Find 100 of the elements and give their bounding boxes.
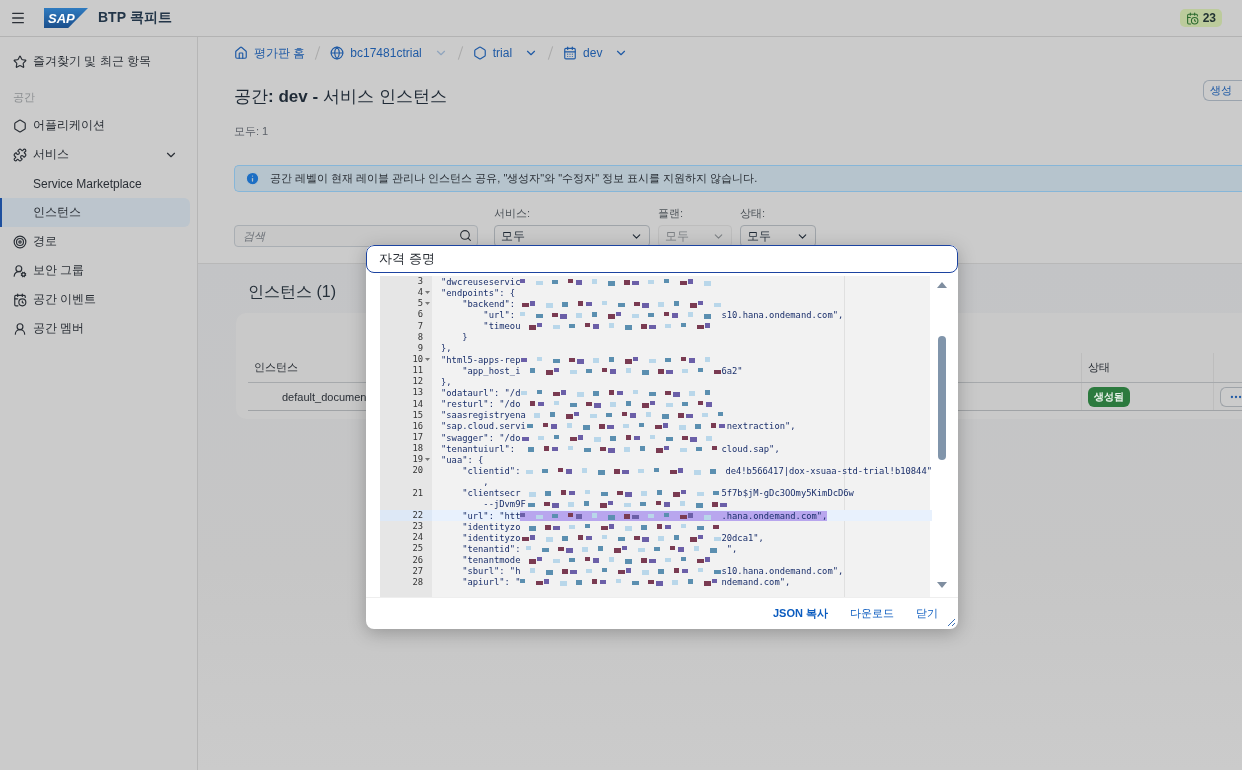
sidebar-item[interactable]: 경로: [0, 227, 190, 256]
filter-label: 서비스:: [494, 206, 532, 221]
search-icon: [459, 229, 472, 242]
calendar-clock-icon: [13, 292, 27, 307]
line-number: 16: [412, 420, 423, 432]
code-text: s10.hana.ondemand.com",: [721, 566, 844, 577]
code-text: "url": "htt: [461, 510, 521, 521]
line-number: 9: [417, 342, 423, 354]
line-number: 19: [412, 454, 423, 466]
breadcrumb-link[interactable]: trial: [472, 46, 539, 60]
line-number: 5: [417, 298, 423, 310]
code-text: "apiurl": ": [461, 577, 521, 588]
line-number: 28: [412, 576, 423, 588]
home-icon: [234, 46, 248, 60]
user-gear-icon: [13, 263, 27, 278]
line-number: 24: [412, 532, 423, 544]
code-text: "dwcreuseservic: [441, 276, 521, 287]
code-text: "uaa": {: [441, 454, 485, 465]
code-text: "endpoints": {: [441, 287, 517, 298]
code-editor[interactable]: [432, 276, 932, 597]
dialog-button[interactable]: 다운로드: [850, 604, 894, 623]
code-text: .hana.ondemand.com",: [721, 510, 828, 521]
code-text: 20dca1",: [721, 532, 764, 543]
menu-icon[interactable]: [10, 10, 26, 26]
dialog-button[interactable]: JSON 복사: [773, 604, 828, 623]
line-number: 4: [417, 287, 423, 299]
code-text: "timeou: [482, 321, 521, 332]
line-number: 10: [412, 354, 423, 366]
hexagon-icon: [472, 46, 487, 60]
breadcrumb-link[interactable]: dev: [563, 46, 629, 60]
favorites-item[interactable]: 즐겨찾기 및 최근 항목: [0, 47, 190, 76]
page-title: 공간: dev - 서비스 인스턴스: [234, 86, 447, 108]
filter-select[interactable]: 모두: [494, 225, 650, 247]
code-text: "url":: [482, 310, 517, 320]
code-text: ndemand.com",: [721, 577, 791, 588]
line-number: 14: [412, 398, 423, 410]
line-number: 27: [412, 565, 423, 577]
resize-grip-icon[interactable]: [947, 618, 955, 626]
sidebar-item[interactable]: 공간 이벤트: [0, 285, 190, 314]
calendar-clock-icon: [1185, 11, 1199, 25]
line-number: 25: [412, 543, 423, 555]
sidebar-item[interactable]: 서비스: [0, 140, 190, 169]
column-header: 상태: [1082, 353, 1214, 382]
code-text: "identityzo: [461, 532, 521, 543]
dialog-title: 자격 증명: [366, 245, 958, 273]
search-field[interactable]: 검색: [234, 225, 478, 247]
line-number: 18: [412, 443, 423, 455]
code-text: }: [461, 332, 469, 343]
code-text: "html5-apps-rep: [441, 354, 521, 365]
calendar-icon: [563, 46, 578, 60]
count-label: 모두: 1: [234, 124, 270, 139]
breadcrumb-link[interactable]: bc17481ctrial: [330, 46, 448, 60]
target-icon: [13, 234, 27, 249]
code-text: },: [441, 343, 453, 354]
globe-icon: [330, 46, 345, 60]
code-text: "backend":: [461, 298, 517, 309]
info-text: 공간 레벨이 현재 레이블 관리나 인스턴스 공유, "생성자"와 "수정자" 정보 표시를 지원하지 않습니다.: [270, 171, 758, 186]
line-number: 22: [412, 509, 423, 522]
code-text: "identityzo: [461, 521, 521, 532]
user-icon: [13, 321, 27, 336]
filter-select[interactable]: 모두: [740, 225, 816, 247]
code-text: "app_host_i: [461, 365, 521, 376]
line-number: 8: [417, 331, 423, 343]
create-button[interactable]: 생성: [1203, 80, 1242, 101]
fold-arrow-icon[interactable]: [425, 457, 430, 463]
code-text: ,: [482, 477, 490, 488]
scrollbar[interactable]: [936, 280, 948, 590]
line-number: 21: [412, 487, 423, 499]
code-text: "sburl": "h: [461, 566, 521, 577]
code-text: "saasregistryena: [441, 410, 526, 421]
code-text: --jDvm9F: [482, 499, 526, 510]
star-icon: [13, 54, 27, 69]
code-text: s10.hana.ondemand.com",: [721, 310, 844, 320]
sidebar-item[interactable]: 보안 그룹: [0, 256, 190, 285]
status-badge: 생성됨: [1088, 386, 1130, 407]
more-button[interactable]: [1220, 386, 1242, 407]
sidebar-item[interactable]: 인스턴스: [0, 198, 190, 227]
code-text: "tenantmode: [461, 555, 521, 566]
logo: SAP: [44, 8, 88, 28]
code-text: ",: [726, 543, 738, 554]
sidebar-item[interactable]: 공간 멤버: [0, 314, 190, 343]
notification-badge[interactable]: 23: [1179, 9, 1222, 27]
line-number: 20: [412, 465, 423, 477]
line-number: 23: [412, 521, 423, 533]
breadcrumb-link[interactable]: 평가판 홈: [234, 44, 306, 62]
hexagon-icon: [13, 118, 27, 133]
code-text: 5f7b$jM-gDc3OOmy5KimDcD6w: [721, 488, 854, 499]
sidebar-item[interactable]: 어플리케이션: [0, 111, 190, 140]
line-number: 7: [417, 320, 423, 332]
dialog-button[interactable]: 닫기: [916, 604, 938, 623]
code-text: cloud.sap",: [721, 443, 780, 454]
code-text: de4!b566417|dox-xsuaa-std-trial!b10844": [725, 465, 932, 476]
line-number: 13: [412, 387, 423, 399]
line-number: 17: [412, 431, 423, 444]
filter-label: 상태:: [740, 206, 767, 221]
code-text: nextraction",: [726, 421, 796, 432]
fold-arrow-icon[interactable]: [425, 357, 430, 363]
puzzle-icon: [13, 147, 27, 162]
code-text: "resturl": "/do: [441, 399, 521, 410]
sidebar-item[interactable]: Service Marketplace: [0, 169, 190, 198]
